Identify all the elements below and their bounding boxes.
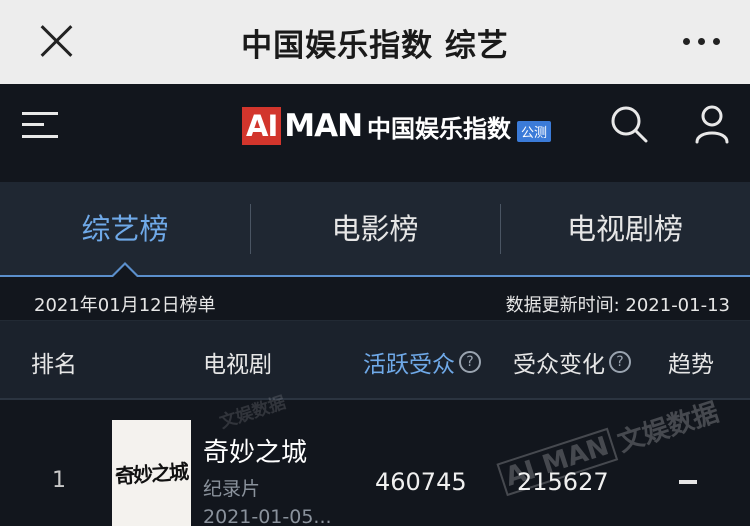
column-show: 电视剧 <box>203 352 272 378</box>
table-row[interactable]: 1 奇妙之城 奇妙之城 纪录片 2021-01-05... 460745 215… <box>0 402 750 526</box>
table-header: 排名 电视剧 活跃受众 ? 受众变化 ? 趋势 <box>0 320 750 400</box>
page-title: 中国娱乐指数 综艺 <box>241 28 509 64</box>
aiman-logo[interactable]: AI MAN 中国娱乐指数 公测 <box>242 106 552 146</box>
help-icon[interactable]: ? <box>459 351 481 373</box>
tab-movie[interactable]: 电影榜 <box>250 182 500 276</box>
show-poster[interactable]: 奇妙之城 <box>112 420 191 526</box>
poster-title: 奇妙之城 <box>114 459 188 489</box>
tab-tv-drama[interactable]: 电视剧榜 <box>500 182 750 276</box>
column-rank: 排名 <box>31 352 77 378</box>
logo-chinese-name: 中国娱乐指数 <box>367 114 512 143</box>
show-date: 2021-01-05... <box>203 506 332 526</box>
column-trend: 趋势 <box>668 352 714 378</box>
help-icon[interactable]: ? <box>609 351 631 373</box>
column-active-audience[interactable]: 活跃受众 ? <box>363 345 481 379</box>
update-time: 数据更新时间: 2021-01-13 <box>505 295 730 316</box>
column-audience-change[interactable]: 受众变化 ? <box>513 345 631 379</box>
search-icon[interactable] <box>609 104 649 144</box>
logo-man-mark: MAN <box>284 108 363 144</box>
active-tab-caret <box>111 262 139 277</box>
rank-number: 1 <box>52 468 66 493</box>
menu-icon[interactable] <box>22 108 58 142</box>
show-name[interactable]: 奇妙之城 <box>203 432 307 469</box>
trend-flat-icon <box>679 480 697 484</box>
wechat-title-bar: 中国娱乐指数 综艺 <box>0 0 750 84</box>
audience-change-value: 215627 <box>517 468 609 496</box>
more-options-icon[interactable] <box>683 38 720 45</box>
active-audience-value: 460745 <box>375 468 467 496</box>
show-type: 纪录片 <box>203 478 261 500</box>
user-icon[interactable] <box>694 104 730 144</box>
list-date: 2021年01月12日榜单 <box>34 295 216 316</box>
list-info-bar: 2021年01月12日榜单 数据更新时间: 2021-01-13 <box>0 283 750 319</box>
logo-ai-mark: AI <box>242 107 282 145</box>
beta-badge: 公测 <box>517 120 552 142</box>
